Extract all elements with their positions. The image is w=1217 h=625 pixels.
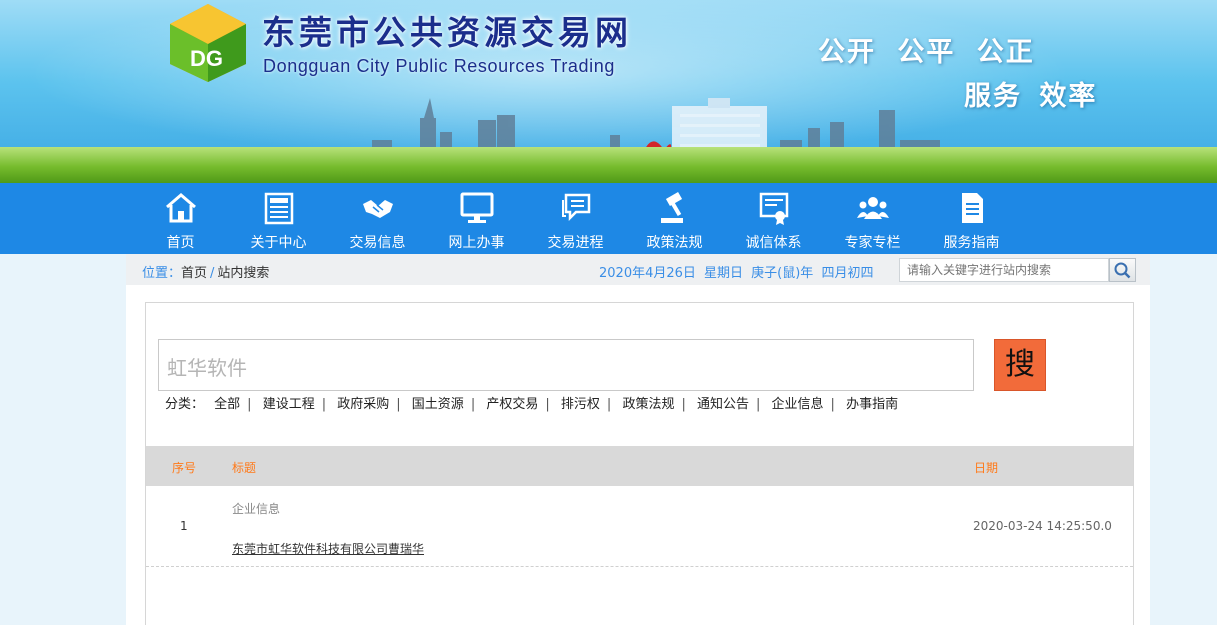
certificate-icon	[759, 192, 789, 225]
nav-label: 服务指南	[943, 235, 1000, 251]
nav-item-credit[interactable]: 诚信体系	[724, 183, 823, 254]
row-date: 2020-03-24 14:25:50.0	[973, 519, 1112, 533]
keyword-search-input[interactable]: 虹华软件	[158, 339, 974, 391]
search-icon	[1114, 262, 1131, 279]
divider: |	[470, 397, 476, 412]
table-row: 1 企业信息 东莞市虹华软件科技有限公司曹瑞华 2020-03-24 14:25…	[146, 486, 1133, 567]
row-category: 企业信息	[232, 502, 281, 516]
category-property-rights[interactable]: 产权交易	[486, 397, 538, 412]
nav-label: 专家专栏	[844, 235, 901, 251]
nav-item-guide[interactable]: 服务指南	[922, 183, 1021, 254]
grass-strip	[0, 147, 1217, 183]
location-bar: 位置：首页 / 站内搜索 2020年4月26日 星期日 庚子(鼠)年 四月初四	[126, 254, 1150, 285]
category-government-procurement[interactable]: 政府采购	[337, 397, 389, 412]
category-service-guide[interactable]: 办事指南	[846, 397, 898, 412]
header-banner: DG 东莞市公共资源交易网 Dongguan City Public Resou…	[0, 0, 1217, 183]
divider: |	[681, 397, 686, 412]
site-search-input[interactable]	[899, 258, 1109, 282]
nav-item-about[interactable]: 关于中心	[229, 183, 328, 254]
column-header-no: 序号	[172, 461, 197, 475]
nav-item-experts[interactable]: 专家专栏	[823, 183, 922, 254]
nav-label: 交易进程	[547, 235, 604, 251]
divider: |	[247, 397, 252, 412]
nav-label: 网上办事	[448, 235, 505, 251]
divider: |	[396, 397, 401, 412]
svg-text:DG: DG	[190, 46, 223, 71]
category-policy[interactable]: 政策法规	[622, 397, 674, 412]
monitor-icon	[460, 192, 494, 223]
site-subtitle: Dongguan City Public Resources Trading	[263, 56, 615, 76]
category-emission-rights[interactable]: 排污权	[561, 397, 600, 412]
breadcrumb: 位置：首页 / 站内搜索	[142, 262, 269, 281]
nav-item-online-service[interactable]: 网上办事	[427, 183, 526, 254]
nav-label: 首页	[166, 235, 195, 251]
nav-label: 政策法规	[646, 235, 703, 251]
breadcrumb-current: 站内搜索	[217, 266, 270, 281]
slogan-secondary: 服务 效率	[964, 81, 1098, 112]
divider: |	[756, 397, 761, 412]
divider: |	[830, 397, 835, 412]
column-header-date: 日期	[974, 461, 999, 475]
document-icon	[962, 193, 983, 223]
category-label: 分类：	[165, 397, 205, 412]
category-land-resources[interactable]: 国土资源	[412, 397, 464, 412]
gavel-icon	[661, 192, 683, 223]
category-construction[interactable]: 建设工程	[263, 397, 315, 412]
dongguan-logo: DG	[170, 4, 246, 82]
breadcrumb-separator: /	[210, 266, 215, 281]
category-notices[interactable]: 通知公告	[697, 397, 749, 412]
divider: |	[321, 397, 327, 412]
divider: |	[606, 397, 612, 412]
divider: |	[545, 397, 550, 412]
main-nav: 首页 关于中心 交易信息 网上办事 交易进程 政策法规 诚信体系 专家专栏 服务…	[0, 183, 1217, 254]
nav-item-trade-progress[interactable]: 交易进程	[526, 183, 625, 254]
news-icon	[264, 192, 294, 225]
column-header-title: 标题	[232, 461, 257, 475]
row-title-link[interactable]: 东莞市虹华软件科技有限公司曹瑞华	[232, 540, 424, 557]
results-table-header: 序号 标题 日期	[146, 446, 1133, 486]
site-title: 东莞市公共资源交易网	[262, 13, 632, 52]
handshake-icon	[363, 200, 393, 218]
row-number: 1	[180, 519, 188, 533]
nav-label: 交易信息	[349, 235, 406, 251]
nav-item-trade-info[interactable]: 交易信息	[328, 183, 427, 254]
nav-label: 诚信体系	[745, 235, 802, 251]
site-search-button[interactable]	[1109, 258, 1136, 282]
category-all[interactable]: 全部	[214, 397, 240, 412]
chat-bubbles-icon	[562, 193, 591, 222]
nav-item-policy[interactable]: 政策法规	[625, 183, 724, 254]
people-icon	[857, 197, 889, 219]
category-filter: 分类： 全部 | 建设工程 | 政府采购 | 国土资源 | 产权交易 | 排污权 | 政策法…	[165, 393, 898, 412]
breadcrumb-prefix: 位置：	[142, 266, 182, 281]
current-date: 2020年4月26日 星期日 庚子(鼠)年 四月初四	[599, 266, 874, 281]
home-icon	[166, 193, 196, 223]
nav-label: 关于中心	[250, 235, 307, 251]
search-submit-button[interactable]: 搜	[994, 339, 1046, 391]
nav-item-home[interactable]: 首页	[131, 183, 230, 254]
category-enterprise-info[interactable]: 企业信息	[772, 397, 824, 412]
breadcrumb-home-link[interactable]: 首页	[181, 266, 207, 281]
slogan-primary: 公开 公平 公正	[818, 37, 1035, 68]
